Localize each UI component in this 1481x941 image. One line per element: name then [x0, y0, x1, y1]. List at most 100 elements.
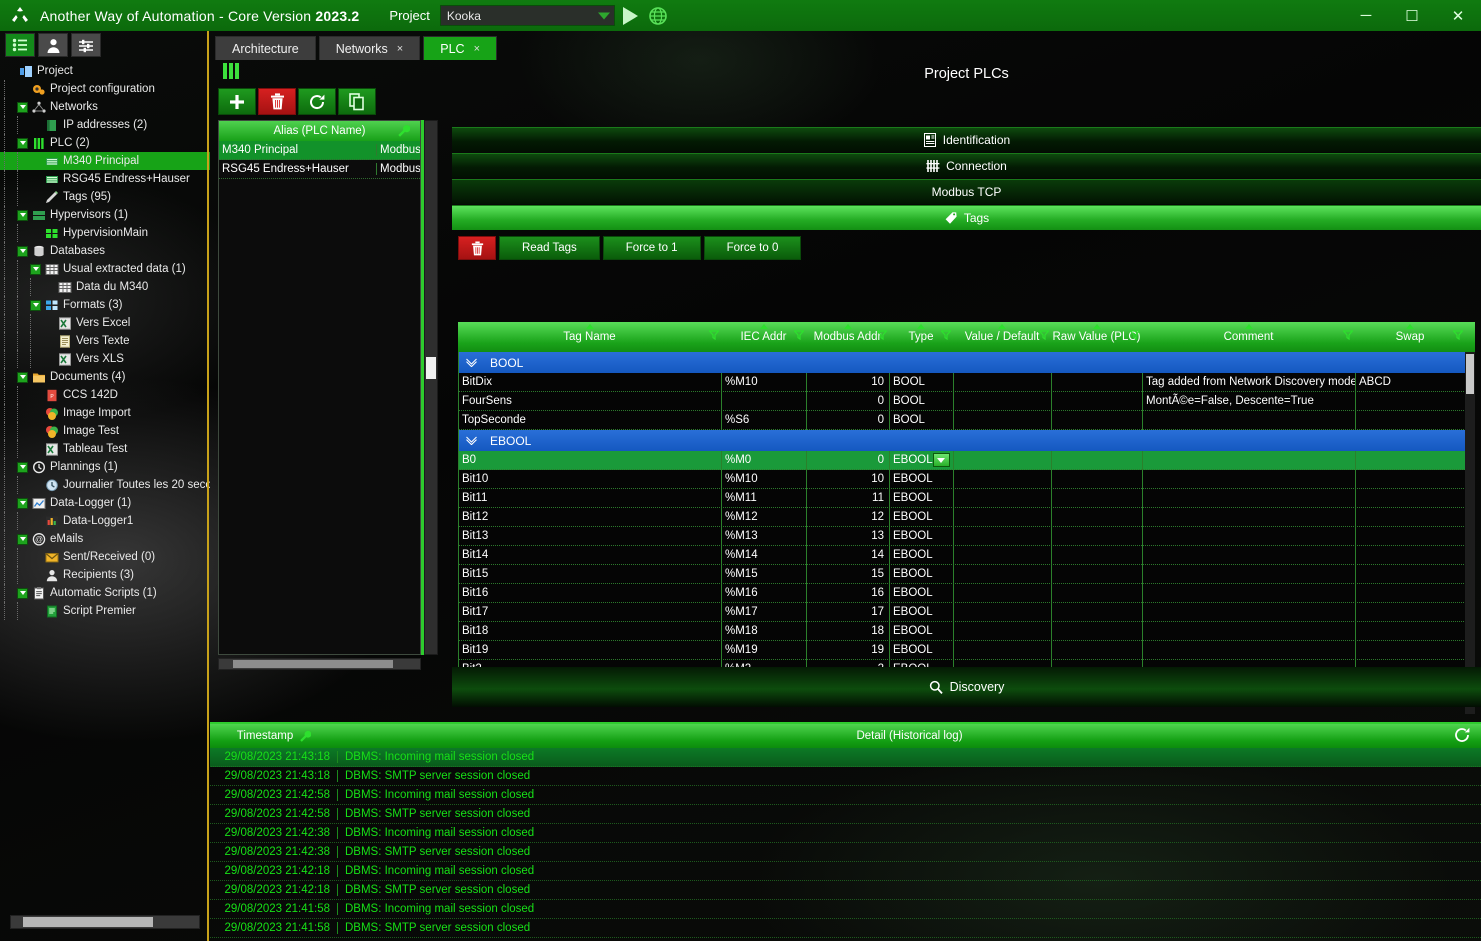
filter-icon[interactable]	[794, 330, 804, 340]
tags-row[interactable]: Bit17 %M17 17 EBOOL	[459, 602, 1474, 622]
tags-row[interactable]: BitDix %M10 10 BOOL Tag added from Network D…	[459, 372, 1474, 392]
log-row[interactable]: 29/08/2023 21:42:18 DBMS: SMTP server ses…	[210, 881, 1481, 900]
maximize-button[interactable]: ☐	[1389, 0, 1435, 31]
chevron-down-icon[interactable]	[465, 436, 478, 445]
copy-button[interactable]	[338, 88, 376, 115]
tree-item-networks[interactable]: Networks	[0, 98, 210, 116]
minimize-button[interactable]: ─	[1343, 0, 1389, 31]
log-row[interactable]: 29/08/2023 21:42:18 DBMS: Incoming mail s…	[210, 862, 1481, 881]
tree-item-tags-95[interactable]: Tags (95)	[0, 188, 210, 206]
force-to-0-button[interactable]: Force to 0	[703, 236, 802, 260]
tags-row[interactable]: Bit10 %M10 10 EBOOL	[459, 469, 1474, 489]
filter-icon[interactable]	[877, 330, 887, 340]
tree-expander-icon[interactable]	[17, 587, 28, 599]
plc-vertical-scrollbar[interactable]	[424, 120, 438, 655]
log-row[interactable]: 29/08/2023 21:42:58 DBMS: Incoming mail s…	[210, 786, 1481, 805]
list-view-button[interactable]	[5, 33, 35, 57]
tags-row[interactable]: FourSens 0 BOOL MontÃ©e=False, Descente=Tru…	[459, 391, 1474, 411]
log-row[interactable]: 29/08/2023 21:42:38 DBMS: SMTP server ses…	[210, 843, 1481, 862]
plc-list-item[interactable]: RSG45 Endress+HauserModbus T	[219, 160, 420, 179]
type-dropdown-button[interactable]	[932, 453, 950, 467]
tree-expander-icon[interactable]	[17, 137, 28, 149]
log-row[interactable]: 29/08/2023 21:43:18 DBMS: SMTP server ses…	[210, 767, 1481, 786]
section-connection[interactable]: Connection	[452, 153, 1481, 178]
tags-col-comment[interactable]: Comment	[1142, 322, 1355, 352]
tab-networks[interactable]: Networks ×	[318, 36, 421, 60]
filter-icon[interactable]	[1130, 330, 1140, 340]
project-tree[interactable]: Project Project configuration Networks IP a…	[0, 62, 210, 902]
tree-expander-icon[interactable]	[17, 209, 28, 221]
tags-grid[interactable]: Tag Name IEC Addr Modbus Addr Type Value / D…	[458, 322, 1475, 714]
project-select[interactable]: Kooka	[439, 5, 615, 26]
discovery-bar[interactable]: Discovery	[452, 667, 1481, 707]
tab-plc[interactable]: PLC ×	[423, 36, 497, 60]
section-identification[interactable]: Identification	[452, 127, 1481, 152]
tree-item-data-logger1[interactable]: Data-Logger1	[0, 512, 210, 530]
log-col-timestamp[interactable]: Timestamp	[210, 730, 338, 742]
wrench-icon[interactable]	[397, 124, 410, 137]
tags-row[interactable]: TopSeconde %S6 0 BOOL	[459, 410, 1474, 430]
filter-icon[interactable]	[941, 330, 951, 340]
add-button[interactable]	[218, 88, 256, 115]
globe-icon[interactable]	[648, 6, 668, 26]
tree-item-usual-extracted-data-1[interactable]: Usual extracted data (1)	[0, 260, 210, 278]
section-tags[interactable]: Tags	[452, 205, 1481, 230]
tags-row[interactable]: Bit18 %M18 18 EBOOL	[459, 621, 1474, 641]
log-row[interactable]: 29/08/2023 21:41:58 DBMS: Incoming mail s…	[210, 900, 1481, 919]
user-button[interactable]	[38, 33, 68, 57]
tree-item-ip-addresses-2[interactable]: IP addresses (2)	[0, 116, 210, 134]
log-row[interactable]: 29/08/2023 21:42:58 DBMS: SMTP server ses…	[210, 805, 1481, 824]
delete-button[interactable]	[258, 88, 296, 115]
tree-expander-icon[interactable]	[30, 263, 41, 275]
tags-grid-header[interactable]: Tag Name IEC Addr Modbus Addr Type Value / D…	[458, 322, 1475, 352]
log-row[interactable]: 29/08/2023 21:41:58 DBMS: SMTP server ses…	[210, 919, 1481, 938]
tags-col-type[interactable]: Type	[889, 322, 953, 352]
tree-item-tableau-test[interactable]: Tableau Test	[0, 440, 210, 458]
filter-icon[interactable]	[1343, 330, 1353, 340]
tags-col-value-default[interactable]: Value / Default	[953, 322, 1051, 352]
chevron-down-icon[interactable]	[465, 358, 478, 367]
tags-row[interactable]: Bit12 %M12 12 EBOOL	[459, 507, 1474, 527]
tab-strip[interactable]: Architecture Networks × PLC ×	[215, 33, 1481, 60]
filter-icon[interactable]	[1453, 330, 1463, 340]
tags-row[interactable]: Bit19 %M19 19 EBOOL	[459, 640, 1474, 660]
tree-item-script-premier[interactable]: Script Premier	[0, 602, 210, 620]
tree-item-vers-texte[interactable]: Vers Texte	[0, 332, 210, 350]
tree-horizontal-scrollbar[interactable]	[10, 915, 200, 929]
tree-item-project[interactable]: Project	[0, 62, 210, 80]
tree-item-documents-4[interactable]: Documents (4)	[0, 368, 210, 386]
tree-item-data-du-m340[interactable]: Data du M340	[0, 278, 210, 296]
refresh-button[interactable]	[298, 88, 336, 115]
tags-col-modbus-addr[interactable]: Modbus Addr	[806, 322, 889, 352]
tree-item-image-import[interactable]: Image Import	[0, 404, 210, 422]
refresh-icon[interactable]	[1453, 726, 1471, 744]
tree-item-hypervisionmain[interactable]: HypervisionMain	[0, 224, 210, 242]
tree-expander-icon[interactable]	[17, 245, 28, 257]
plc-grid[interactable]: Alias (PLC Name) M340 PrincipalModbus TR…	[218, 120, 421, 655]
tree-item-image-test[interactable]: Image Test	[0, 422, 210, 440]
tree-item-automatic-scripts-1[interactable]: Automatic Scripts (1)	[0, 584, 210, 602]
tags-group-header[interactable]: EBOOL	[459, 430, 1474, 451]
log-col-detail[interactable]: Detail (Historical log)	[338, 730, 1481, 742]
tags-grid-body[interactable]: BOOL BitDix %M10 10 BOOL Tag added from Netwo…	[458, 352, 1475, 698]
tags-row[interactable]: Bit16 %M16 16 EBOOL	[459, 583, 1474, 603]
log-row[interactable]: 29/08/2023 21:42:38 DBMS: Incoming mail s…	[210, 824, 1481, 843]
tree-item-hypervisors-1[interactable]: Hypervisors (1)	[0, 206, 210, 224]
log-header[interactable]: Timestamp Detail (Historical log)	[210, 724, 1481, 748]
tags-col-tag-name[interactable]: Tag Name	[458, 322, 721, 352]
tags-row[interactable]: Bit13 %M13 13 EBOOL	[459, 526, 1474, 546]
tags-col-swap[interactable]: Swap	[1355, 322, 1465, 352]
close-icon[interactable]: ×	[474, 43, 480, 55]
tree-item-project-configuration[interactable]: Project configuration	[0, 80, 210, 98]
tree-item-sent-received-0[interactable]: Sent/Received (0)	[0, 548, 210, 566]
read-tags-button[interactable]: Read Tags	[499, 236, 600, 260]
tree-item-vers-excel[interactable]: Vers Excel	[0, 314, 210, 332]
tree-expander-icon[interactable]	[17, 371, 28, 383]
delete-tags-button[interactable]	[458, 236, 496, 260]
tree-item-m340-principal[interactable]: M340 Principal	[0, 152, 210, 170]
settings-sliders-button[interactable]	[71, 33, 101, 57]
tree-item-rsg45-endress-hauser[interactable]: RSG45 Endress+Hauser	[0, 170, 210, 188]
force-to-1-button[interactable]: Force to 1	[602, 236, 701, 260]
tree-expander-icon[interactable]	[17, 533, 28, 545]
tree-item-formats-3[interactable]: Formats (3)	[0, 296, 210, 314]
